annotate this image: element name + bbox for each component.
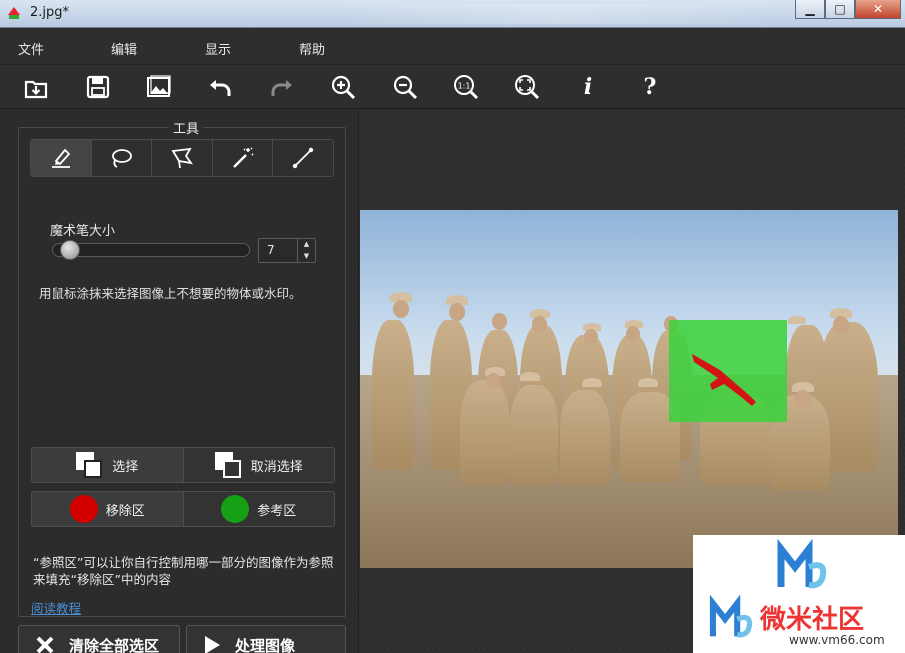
remove-area-label: 移除区 — [105, 503, 145, 519]
tools-panel: 工具 魔术笔大小 7 ▲ ▼ 用鼠标涂抹来选择图像上不想要的物体或水印。 选择 … — [0, 110, 358, 653]
redo-icon — [271, 80, 292, 96]
undo-icon — [210, 80, 231, 96]
deselect-label: 取消选择 — [250, 459, 303, 475]
tool-marker[interactable] — [31, 140, 92, 176]
zoom-fit-button[interactable] — [513, 73, 541, 101]
undo-button[interactable] — [206, 73, 234, 101]
reference-area-button[interactable]: 参考区 — [183, 492, 334, 526]
reference-area-icon — [221, 495, 250, 523]
tool-selector — [30, 139, 334, 177]
reference-note: “参照区”可以让你自行控制用哪一部分的图像作为参照来填充“移除区”中的内容 — [33, 555, 334, 587]
close-x-icon — [36, 636, 54, 653]
save-button[interactable] — [84, 73, 112, 101]
tools-group: 工具 魔术笔大小 7 ▲ ▼ 用鼠标涂抹来选择图像上不想要的物体或水印。 选择 … — [18, 118, 346, 617]
menu-help[interactable]: 帮助 — [299, 39, 325, 58]
minimize-button[interactable]: ▁ — [795, 0, 825, 19]
watermark-logo-small — [709, 594, 753, 638]
deselect-button[interactable]: 取消选择 — [183, 448, 334, 482]
image-button[interactable] — [145, 73, 173, 101]
help-icon: ? — [643, 74, 657, 100]
title-bar: 2.jpg* ▁ □ ✕ — [0, 0, 905, 28]
spin-up-icon[interactable]: ▲ — [298, 239, 315, 251]
remove-area-icon — [69, 495, 98, 523]
slider-thumb[interactable] — [60, 240, 80, 260]
marker-icon — [51, 148, 71, 168]
info-icon: i — [583, 74, 593, 100]
tool-polygon-lasso[interactable] — [152, 140, 213, 176]
magic-wand-icon — [232, 147, 254, 168]
line-icon — [292, 147, 314, 169]
remove-area-selection[interactable] — [690, 350, 762, 410]
photo[interactable] — [360, 210, 898, 568]
zoom-actual-text: 1:1 — [458, 82, 471, 91]
select-button[interactable]: 选择 — [32, 448, 184, 482]
lasso-icon — [112, 149, 133, 168]
menu-file[interactable]: 文件 — [18, 39, 44, 58]
info-button[interactable]: i — [574, 73, 602, 101]
clear-all-button[interactable]: 清除全部选区 — [18, 625, 180, 653]
watermark: 微米社区 www.vm66.com — [693, 535, 905, 653]
toolbar: 1:1 i ? — [0, 65, 905, 109]
tool-lasso[interactable] — [91, 140, 153, 176]
open-button[interactable] — [22, 73, 50, 101]
zoom-actual-icon: 1:1 — [454, 75, 479, 100]
maximize-button[interactable]: □ — [825, 0, 855, 19]
app-icon — [8, 7, 20, 19]
area-buttons: 移除区 参考区 — [31, 491, 335, 527]
clear-all-label: 清除全部选区 — [69, 636, 160, 653]
spin-down-icon[interactable]: ▼ — [298, 251, 315, 263]
brush-size-spinbox[interactable]: 7 ▲ ▼ — [258, 238, 316, 263]
window-title: 2.jpg* — [30, 5, 70, 20]
save-icon — [86, 75, 110, 99]
select-label: 选择 — [112, 459, 139, 475]
title-bar-background — [330, 4, 780, 24]
tool-magic-wand[interactable] — [212, 140, 274, 176]
image-icon — [147, 75, 171, 97]
tool-line[interactable] — [273, 140, 333, 176]
zoom-out-icon — [393, 75, 418, 100]
remove-area-button[interactable]: 移除区 — [32, 492, 184, 526]
deselect-icon — [214, 452, 243, 478]
play-icon — [205, 636, 220, 653]
close-button[interactable]: ✕ — [855, 0, 901, 19]
tool-hint: 用鼠标涂抹来选择图像上不想要的物体或水印。 — [39, 286, 302, 301]
brush-size-slider[interactable] — [52, 240, 250, 260]
menu-edit[interactable]: 编辑 — [111, 39, 137, 58]
read-tutorial-link[interactable]: 阅读教程 — [31, 598, 81, 617]
menu-view[interactable]: 显示 — [205, 39, 231, 58]
brush-size-value[interactable]: 7 — [267, 243, 275, 257]
zoom-actual-button[interactable]: 1:1 — [452, 73, 480, 101]
watermark-url: www.vm66.com — [789, 633, 885, 647]
menu-bar: 文件 编辑 显示 帮助 — [0, 28, 905, 65]
polygon-lasso-icon — [171, 147, 193, 169]
reference-area-label: 参考区 — [257, 503, 297, 519]
redo-button[interactable] — [268, 73, 296, 101]
zoom-in-button[interactable] — [329, 73, 357, 101]
brush-size-label: 魔术笔大小 — [50, 224, 116, 239]
watermark-logo — [777, 538, 827, 589]
open-icon — [24, 80, 48, 99]
select-icon — [76, 452, 104, 478]
process-label: 处理图像 — [235, 636, 296, 653]
zoom-fit-icon — [515, 75, 540, 100]
selection-buttons: 选择 取消选择 — [31, 447, 335, 483]
zoom-out-button[interactable] — [391, 73, 419, 101]
watermark-brand: 微米社区 — [760, 605, 865, 635]
tools-title: 工具 — [169, 118, 204, 137]
help-button[interactable]: ? — [636, 73, 664, 101]
zoom-in-icon — [331, 75, 356, 100]
process-image-button[interactable]: 处理图像 — [186, 625, 346, 653]
